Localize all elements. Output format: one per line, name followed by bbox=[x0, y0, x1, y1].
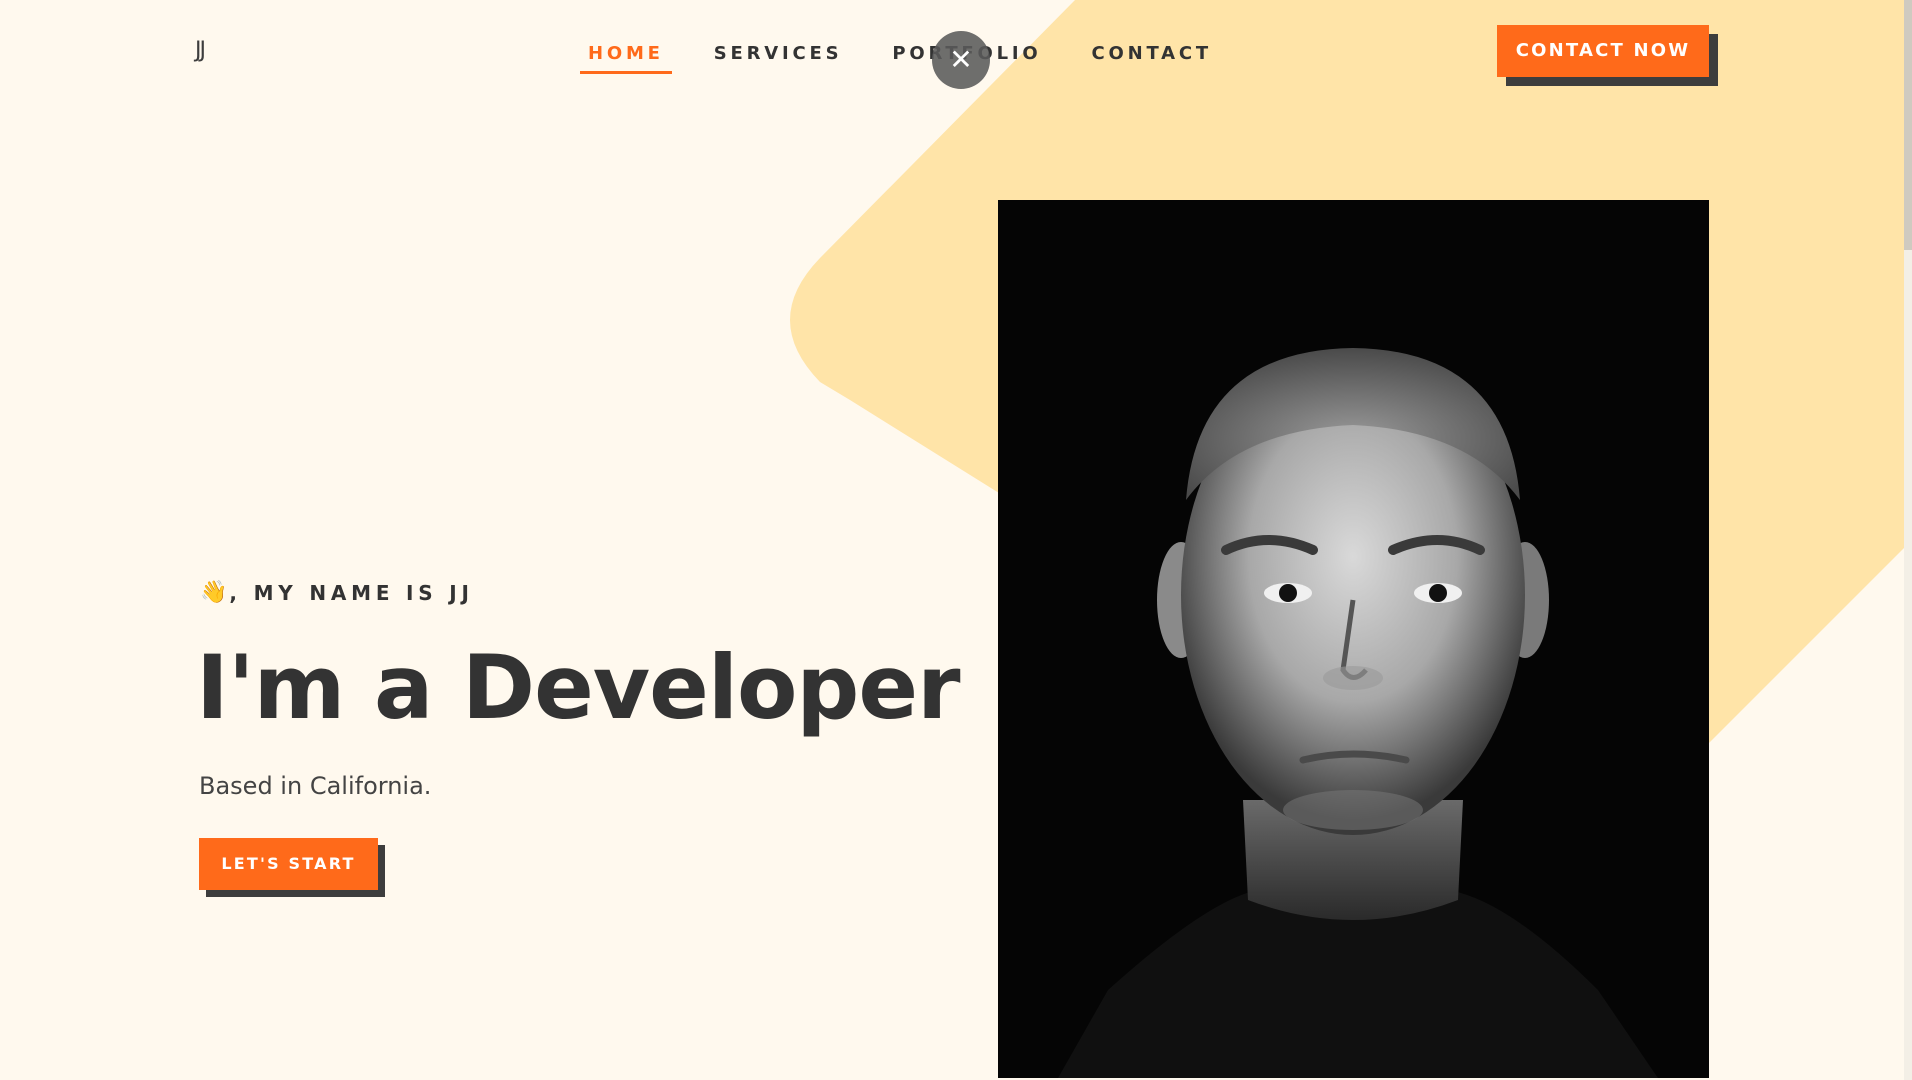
hero-subline: Based in California. bbox=[199, 772, 432, 800]
portrait-photo bbox=[998, 200, 1709, 1078]
lets-start-button[interactable]: LET'S START bbox=[199, 838, 378, 890]
nav-contact[interactable]: CONTACT bbox=[1084, 39, 1220, 74]
scrollbar-thumb[interactable] bbox=[1904, 0, 1912, 250]
greeting: 👋 , MY NAME IS JJ bbox=[200, 580, 474, 605]
person-portrait-icon bbox=[998, 200, 1709, 1078]
greeting-text: , MY NAME IS JJ bbox=[229, 580, 474, 605]
page: JJ HOME SERVICES PORTFOLIO CONTACT ✕ CON… bbox=[0, 0, 1912, 1080]
nav-services[interactable]: SERVICES bbox=[706, 39, 851, 74]
lets-start-button-wrap: LET'S START bbox=[199, 838, 385, 897]
close-icon: ✕ bbox=[949, 43, 973, 76]
contact-now-button[interactable]: CONTACT NOW bbox=[1497, 25, 1709, 77]
hero-headline: I'm a Developer bbox=[196, 636, 961, 739]
waving-hand-icon: 👋 bbox=[200, 580, 228, 605]
main-nav: HOME SERVICES PORTFOLIO CONTACT bbox=[580, 36, 1254, 76]
site-logo[interactable]: JJ bbox=[195, 38, 206, 63]
contact-now-button-wrap: CONTACT NOW bbox=[1497, 25, 1718, 86]
scrollbar-track[interactable] bbox=[1904, 0, 1912, 1080]
nav-home[interactable]: HOME bbox=[580, 39, 672, 74]
close-button[interactable]: ✕ bbox=[932, 31, 990, 89]
